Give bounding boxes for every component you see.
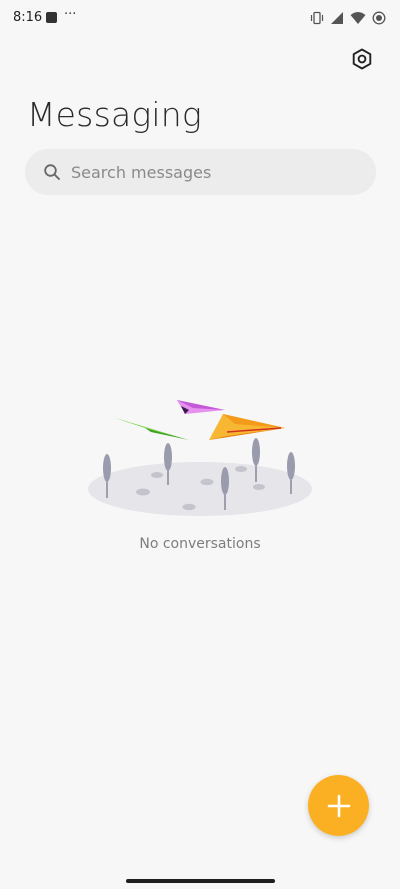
rock [253,484,265,490]
rock [182,503,196,511]
wifi-icon [350,12,366,24]
search-input[interactable] [71,149,361,195]
search-icon [44,164,60,180]
status-time: 8:16 [13,10,43,25]
paper-planes-illustration [88,400,312,516]
cellular-signal-icon [331,12,343,24]
battery-icon [372,11,386,25]
rock [200,478,214,486]
notification-square-icon [46,12,57,23]
status-bar: 8:16 ··· [0,0,400,36]
green-paper-plane [115,418,189,440]
ground-ellipse [88,462,312,516]
orange-paper-plane [209,414,285,440]
purple-paper-plane [177,400,225,414]
empty-state-message: No conversations [139,536,261,552]
rock [235,466,247,472]
plus-icon [327,794,350,817]
new-conversation-button[interactable] [308,775,369,836]
settings-button[interactable] [348,45,376,73]
page-title: Messaging [27,95,202,134]
notification-overflow-icon: ··· [64,7,77,22]
status-icons [310,9,386,27]
rock [136,488,150,496]
home-indicator[interactable] [126,879,275,883]
settings-hexagon-icon [352,48,372,70]
search-bar[interactable] [25,149,376,195]
vibrate-icon [310,11,324,25]
rock [151,472,163,478]
